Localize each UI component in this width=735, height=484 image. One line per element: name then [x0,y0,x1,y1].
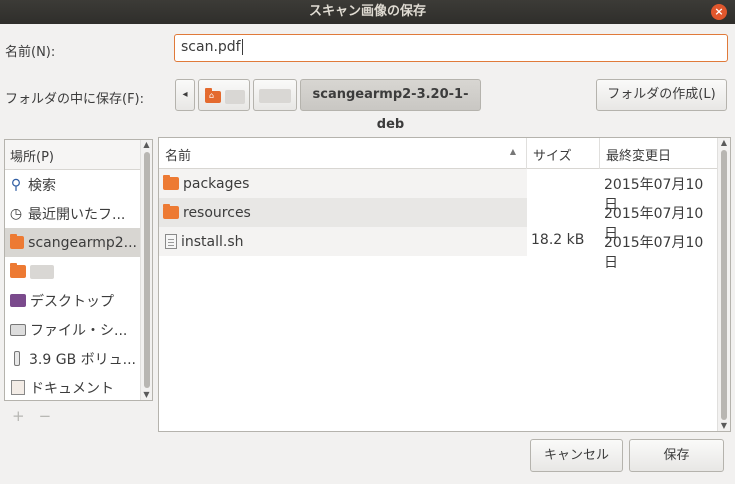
place-label: ファイル・シ... [30,322,128,339]
path-home-button[interactable]: ⌂ [198,79,250,111]
file-modified: 2015年07月10日 [604,206,704,242]
place-label: ドキュメント [30,380,114,397]
file-size: 18.2 kB [531,232,585,248]
redacted-text [30,264,54,279]
place-item-search[interactable]: ⚲ 検索 [5,170,140,199]
file-modified: 2015年07月10日 [604,235,704,271]
usb-icon [14,351,20,366]
scroll-up-icon[interactable]: ▲ [141,140,152,150]
file-name-cell: packages [159,169,527,198]
place-item-desktop[interactable]: デスクトップ [5,286,140,315]
place-item-recent[interactable]: ◷ 最近開いたフ... [5,199,140,228]
filename-input[interactable]: scan.pdf [174,34,728,62]
documents-icon [11,380,25,395]
place-item-volume[interactable]: 3.9 GB ボリュ... [5,344,140,373]
file-name-cell: install.sh [159,227,527,256]
name-label: 名前(N): [5,45,56,60]
place-label: scangearmp2... [28,234,137,251]
folder-icon [10,234,25,249]
desktop-icon [10,294,26,307]
file-list-header: 名前 ▲ サイズ 最終変更日 [159,138,718,169]
place-item-filesystem[interactable]: ファイル・シ... [5,315,140,344]
save-button[interactable]: 保存 [629,439,724,472]
path-back-button[interactable]: ◂ [175,79,195,111]
place-label: 3.9 GB ボリュ... [29,351,136,368]
places-header: 場所(P) [5,140,152,170]
file-list-scrollbar[interactable]: ▲ ▼ [717,138,730,431]
place-item-scangearmp2[interactable]: scangearmp2... [5,228,140,257]
place-item-documents[interactable]: ドキュメント [5,373,140,402]
file-name: packages [183,175,250,192]
path-user-button[interactable] [253,79,297,111]
search-icon: ⚲ [10,176,22,193]
chevron-left-icon: ◂ [182,89,188,100]
file-list: 名前 ▲ サイズ 最終変更日 packages 2015年07月10日 reso… [158,137,731,432]
file-scroll-thumb[interactable] [721,150,727,420]
place-label: 最近開いたフ... [28,206,126,223]
file-modified: 2015年07月10日 [604,177,704,213]
cancel-button[interactable]: キャンセル [530,439,623,472]
column-modified-header[interactable]: 最終変更日 [600,138,718,169]
home-folder-icon: ⌂ [205,87,221,103]
column-modified-label: 最終変更日 [606,149,672,164]
file-name-cell: resources [159,198,527,227]
column-name-label: 名前 [165,149,192,164]
scroll-down-icon[interactable]: ▼ [141,390,152,400]
file-name: resources [183,204,251,221]
text-cursor [241,39,243,55]
folder-icon [163,204,179,219]
text-file-icon [165,234,177,249]
folder-label: フォルダの中に保存(F): [5,92,145,107]
places-list: ⚲ 検索 ◷ 最近開いたフ... scangearmp2... デスクトップ フ… [5,170,140,402]
sort-up-icon: ▲ [509,147,516,156]
scroll-up-icon[interactable]: ▲ [718,138,730,148]
filename-value: scan.pdf [181,39,241,55]
place-label: 検索 [28,177,56,194]
drive-icon [10,323,26,336]
close-button[interactable]: × [711,4,727,20]
folder-icon [163,175,179,190]
title-bar: スキャン画像の保存 × [0,0,735,24]
cancel-label: キャンセル [543,448,609,463]
places-scroll-thumb[interactable] [144,152,150,388]
file-row-install-sh[interactable]: install.sh 18.2 kB 2015年07月10日 [159,227,718,271]
create-folder-label: フォルダの作成(L) [607,87,716,102]
add-place-button[interactable]: + [12,407,39,425]
column-size-header[interactable]: サイズ [527,138,600,169]
column-size-label: サイズ [533,149,572,164]
home-icon [10,263,26,278]
file-row-resources[interactable]: resources 2015年07月10日 [159,198,718,242]
close-icon: × [714,5,724,18]
remove-place-button[interactable]: − [39,407,66,425]
save-label: 保存 [663,448,690,463]
recent-icon: ◷ [9,205,23,222]
places-scrollbar[interactable]: ▲ ▼ [140,140,152,400]
file-size [527,198,600,227]
path-current-label: scangearmp2-3.20-1-deb [312,87,469,132]
places-sidebar: 場所(P) ⚲ 検索 ◷ 最近開いたフ... scangearmp2... デス… [4,139,153,401]
file-name: install.sh [181,233,244,250]
file-size [527,169,600,198]
place-edit-controls: +− [12,407,65,425]
create-folder-button[interactable]: フォルダの作成(L) [596,79,727,111]
redacted-text [225,89,246,104]
scroll-down-icon[interactable]: ▼ [718,421,730,431]
file-row-packages[interactable]: packages 2015年07月10日 [159,169,718,213]
place-label: デスクトップ [30,293,114,310]
column-name-header[interactable]: 名前 ▲ [159,138,527,169]
path-current-button[interactable]: scangearmp2-3.20-1-deb [300,79,481,132]
place-item-home[interactable] [5,257,140,286]
redacted-text [259,89,291,103]
window-title: スキャン画像の保存 [308,4,426,19]
